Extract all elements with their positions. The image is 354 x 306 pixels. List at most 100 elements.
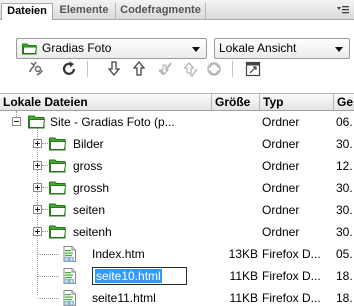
file-size: 11KB xyxy=(229,291,258,305)
file-name: Bilder xyxy=(73,137,104,151)
folder-icon xyxy=(49,203,67,217)
list-item-file-renaming[interactable]: seite10.html 11KB Firefox D... 18. xyxy=(0,265,354,287)
file-date: 18. xyxy=(336,269,353,283)
tree-line xyxy=(42,187,48,188)
refresh-icon[interactable] xyxy=(60,60,78,78)
file-list-header: Lokale Dateien Größe Typ Ge xyxy=(0,93,354,111)
file-size xyxy=(212,221,258,243)
file-type: Firefox D... xyxy=(262,291,321,305)
files-panel: Dateien Elemente Codefragmente Gradias F… xyxy=(0,0,354,306)
view-select[interactable]: Lokale Ansicht xyxy=(214,38,350,59)
tab-codefragmente[interactable]: Codefragmente xyxy=(116,3,206,20)
expand-toggle-icon[interactable] xyxy=(33,227,42,236)
file-type: Ordner xyxy=(262,115,300,129)
file-type: Firefox D... xyxy=(262,269,321,283)
panel-tab-bar: Dateien Elemente Codefragmente xyxy=(0,0,354,21)
file-date: 30. xyxy=(336,137,353,151)
file-type: Ordner xyxy=(262,137,300,151)
tab-elemente[interactable]: Elemente xyxy=(53,3,116,20)
file-date: 12. xyxy=(336,159,353,173)
file-type: Firefox D... xyxy=(262,247,321,261)
tree-line xyxy=(38,254,59,255)
file-size xyxy=(212,155,258,177)
file-date: 30. xyxy=(336,203,353,217)
file-type: Ordner xyxy=(262,203,300,217)
column-header-name-label: Lokale Dateien xyxy=(3,95,88,109)
tree-line xyxy=(38,298,59,299)
html-file-icon xyxy=(63,268,76,284)
tree-line xyxy=(42,143,48,144)
list-item-folder[interactable]: seiten Ordner 30. xyxy=(0,199,354,221)
list-item-folder[interactable]: Bilder Ordner 30. xyxy=(0,133,354,155)
list-item-folder[interactable]: seitenh Ordner 30. xyxy=(0,221,354,243)
file-size xyxy=(212,199,258,221)
file-date: 30. xyxy=(336,225,353,239)
folder-icon xyxy=(49,225,67,239)
get-files-icon[interactable] xyxy=(105,60,123,78)
file-name: Index.htm xyxy=(92,247,145,261)
file-date: 30. xyxy=(336,181,353,195)
rename-input-selected-text: seite10.html xyxy=(95,269,162,283)
file-date: 06. xyxy=(336,115,353,129)
column-header-date[interactable]: Ge xyxy=(334,94,354,111)
tree-line xyxy=(38,276,59,277)
file-size xyxy=(212,111,258,133)
toolbar-separator xyxy=(87,61,88,77)
file-type: Ordner xyxy=(262,159,300,173)
file-name: seite11.html xyxy=(92,291,156,305)
tree-line xyxy=(42,165,48,166)
folder-icon xyxy=(49,159,67,173)
column-header-size[interactable]: Größe xyxy=(212,94,260,111)
site-select[interactable]: Gradias Foto xyxy=(16,38,207,59)
folder-icon xyxy=(49,181,67,195)
tree-line xyxy=(42,231,48,232)
file-size xyxy=(212,133,258,155)
expand-panel-icon[interactable] xyxy=(244,60,262,78)
files-toolbar xyxy=(0,57,354,81)
column-header-type-label: Typ xyxy=(263,95,284,109)
file-name: grossh xyxy=(73,181,110,195)
sync-icon[interactable] xyxy=(205,60,223,78)
site-select-value: Gradias Foto xyxy=(42,41,112,55)
list-item-file[interactable]: Index.htm 13KB Firefox D... 05. xyxy=(0,243,354,265)
tab-dateien[interactable]: Dateien xyxy=(1,3,53,21)
expand-toggle-icon[interactable] xyxy=(33,183,42,192)
list-item-site-root[interactable]: Site - Gradias Foto (p... Ordner 06. xyxy=(0,111,354,133)
expand-toggle-icon[interactable] xyxy=(33,139,42,148)
file-size: 11KB xyxy=(229,269,258,283)
file-size: 13KB xyxy=(228,247,258,261)
connect-icon[interactable] xyxy=(27,60,45,78)
list-item-folder[interactable]: grossh Ordner 30. xyxy=(0,177,354,199)
tab-elemente-label: Elemente xyxy=(59,4,109,16)
column-header-size-label: Größe xyxy=(215,95,251,109)
column-header-date-label: Ge xyxy=(337,95,354,109)
chevron-down-icon xyxy=(192,47,200,52)
expand-toggle-icon[interactable] xyxy=(33,161,42,170)
check-in-icon[interactable] xyxy=(181,60,199,78)
file-date: 18. xyxy=(336,291,353,305)
file-date: 05. xyxy=(336,247,353,261)
list-item-file[interactable]: seite11.html 11KB Firefox D... 18. xyxy=(0,287,354,306)
file-list: Site - Gradias Foto (p... Ordner 06. Bil… xyxy=(0,111,354,306)
site-folder-icon xyxy=(22,43,38,55)
file-size xyxy=(212,177,258,199)
tab-codefragmente-label: Codefragmente xyxy=(120,4,201,16)
file-name: gross xyxy=(73,159,103,173)
check-out-icon[interactable] xyxy=(156,60,174,78)
column-header-name[interactable]: Lokale Dateien xyxy=(0,94,212,111)
file-type: Ordner xyxy=(262,181,300,195)
expand-toggle-icon[interactable] xyxy=(33,205,42,214)
file-name: Site - Gradias Foto (p... xyxy=(50,115,175,129)
collapse-toggle-icon[interactable] xyxy=(12,117,21,126)
file-name: seitenh xyxy=(73,225,112,239)
folder-icon xyxy=(49,137,67,151)
put-files-icon[interactable] xyxy=(130,60,148,78)
list-item-folder[interactable]: gross Ordner 12. xyxy=(0,155,354,177)
column-header-type[interactable]: Typ xyxy=(260,94,334,111)
panel-options-menu-icon[interactable] xyxy=(336,4,350,16)
html-file-icon xyxy=(63,246,76,262)
view-select-value: Lokale Ansicht xyxy=(219,41,297,55)
tree-line xyxy=(42,209,48,210)
rename-input[interactable]: seite10.html xyxy=(92,267,187,285)
toolbar-separator xyxy=(232,61,233,77)
